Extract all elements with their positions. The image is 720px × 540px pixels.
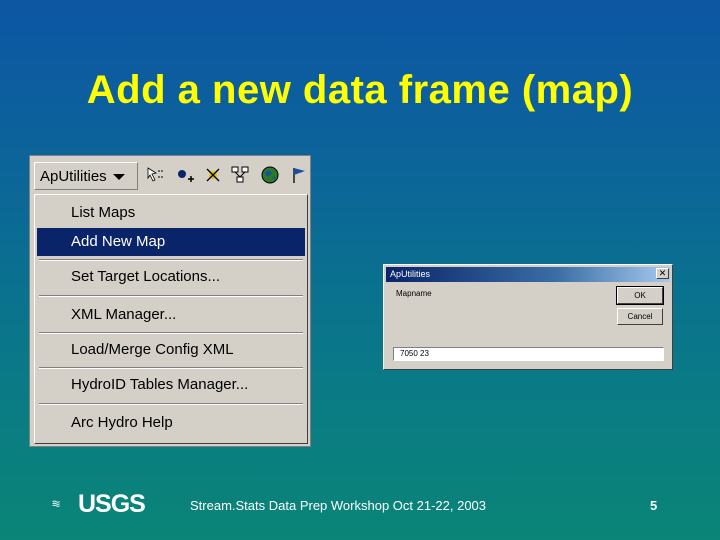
dropdown-label: ApUtilities	[40, 168, 107, 185]
menu-item-label: HydroID Tables Manager...	[71, 376, 249, 393]
menu-screenshot: ApUtilities List Maps Add New Map Set Ta…	[29, 155, 311, 447]
menu-item-hydroid-tables[interactable]: HydroID Tables Manager...	[37, 371, 305, 399]
add-map-dialog: ApUtilities ✕ Mapname OK Cancel 7050 23	[383, 264, 673, 370]
add-point-icon[interactable]	[175, 165, 195, 185]
menu-separator	[39, 259, 303, 261]
globe-icon[interactable]	[260, 165, 280, 185]
menu-item-set-target-locations[interactable]: Set Target Locations...	[37, 263, 305, 291]
chevron-down-icon	[113, 174, 125, 180]
network-icon[interactable]	[230, 165, 250, 185]
menu-separator	[39, 332, 303, 334]
menu-item-arc-hydro-help[interactable]: Arc Hydro Help	[37, 409, 305, 437]
footer-text: Stream.Stats Data Prep Workshop Oct 21-2…	[190, 498, 487, 513]
dialog-title: ApUtilities	[386, 267, 670, 282]
usgs-logo-icon	[52, 500, 60, 507]
menu-item-label: Load/Merge Config XML	[71, 341, 234, 358]
menu-item-load-merge-config[interactable]: Load/Merge Config XML	[37, 336, 305, 364]
toolbar: ApUtilities	[30, 156, 310, 194]
menu-item-add-new-map[interactable]: Add New Map	[37, 228, 305, 256]
slide-title: Add a new data frame (map)	[86, 68, 634, 112]
menu-item-label: List Maps	[71, 204, 136, 221]
mapname-input[interactable]: 7050 23	[393, 347, 664, 361]
usgs-logo-text: USGS	[78, 490, 146, 518]
menu-item-label: Arc Hydro Help	[71, 414, 173, 431]
menu-item-label: Add New Map	[71, 233, 166, 250]
flag-icon[interactable]	[290, 165, 310, 185]
select-tool-icon[interactable]	[146, 165, 166, 185]
menu-separator	[39, 403, 303, 405]
ok-button[interactable]: OK	[616, 286, 664, 305]
page-number: 5	[650, 498, 658, 513]
aputilities-menu: List Maps Add New Map Set Target Locatio…	[34, 194, 308, 444]
menu-separator	[39, 295, 303, 297]
menu-item-label: Set Target Locations...	[71, 268, 220, 285]
close-icon[interactable]: ✕	[656, 268, 669, 279]
menu-item-label: XML Manager...	[71, 306, 177, 323]
delete-point-icon[interactable]	[203, 165, 223, 185]
menu-item-list-maps[interactable]: List Maps	[37, 199, 305, 227]
aputilities-dropdown[interactable]: ApUtilities	[34, 162, 138, 190]
menu-separator	[39, 367, 303, 369]
mapname-label: Mapname	[396, 289, 432, 298]
cancel-button[interactable]: Cancel	[617, 308, 663, 325]
menu-item-xml-manager[interactable]: XML Manager...	[37, 301, 305, 329]
